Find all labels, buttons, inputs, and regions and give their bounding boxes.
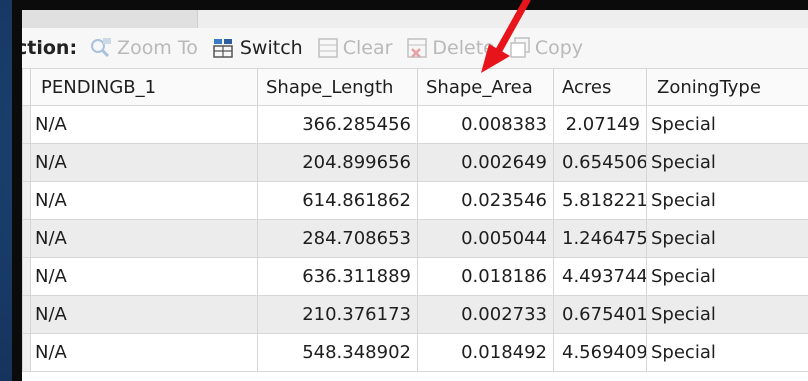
selection-label: ction: bbox=[22, 37, 78, 59]
cell-zoning-type[interactable]: Special bbox=[646, 333, 808, 372]
cell-pendingb-1[interactable]: N/A bbox=[30, 219, 258, 258]
cell-shape-length[interactable]: 284.708653 bbox=[257, 219, 418, 258]
cell-shape-length[interactable]: 636.311889 bbox=[257, 257, 418, 296]
cell-shape-area[interactable]: 0.002649 bbox=[417, 143, 554, 182]
cell-shape-length[interactable]: 204.899656 bbox=[257, 143, 418, 182]
cell-zoning-type[interactable]: Special bbox=[646, 295, 808, 334]
cell-shape-length[interactable]: 614.861862 bbox=[257, 181, 418, 220]
cell-shape-area[interactable]: 0.008383 bbox=[417, 105, 554, 144]
switch-button[interactable]: Switch bbox=[212, 37, 303, 59]
clear-label: Clear bbox=[342, 37, 393, 59]
copy-button[interactable]: Copy bbox=[509, 37, 583, 59]
delete-icon bbox=[407, 38, 428, 58]
cell-acres[interactable]: 0.675401 bbox=[553, 295, 647, 334]
delete-button[interactable]: Delete bbox=[406, 37, 495, 59]
cell-shape-area[interactable]: 0.018492 bbox=[417, 333, 554, 372]
switch-label: Switch bbox=[239, 37, 303, 59]
delete-label: Delete bbox=[432, 37, 495, 59]
column-header-acres[interactable]: Acres bbox=[553, 68, 647, 106]
row-selector[interactable] bbox=[22, 219, 31, 258]
row-selector[interactable] bbox=[22, 143, 31, 182]
attribute-table-panel: ction: Zoom To Switch Clear Delete Copy … bbox=[22, 10, 808, 381]
attribute-table: PENDINGB_1 Shape_Length Shape_Area Acres… bbox=[22, 68, 808, 372]
table-row: N/A 548.348902 0.018492 4.569409 Special bbox=[22, 333, 808, 372]
column-header-shape-length[interactable]: Shape_Length bbox=[257, 68, 418, 106]
table-row: N/A 204.899656 0.002649 0.654506 Special bbox=[22, 143, 808, 182]
selection-toolbar: ction: Zoom To Switch Clear Delete Copy bbox=[22, 28, 808, 69]
table-header-row: PENDINGB_1 Shape_Length Shape_Area Acres… bbox=[22, 68, 808, 106]
zoom-to-label: Zoom To bbox=[117, 37, 198, 59]
cell-zoning-type[interactable]: Special bbox=[646, 105, 808, 144]
cell-acres[interactable]: 4.569409 bbox=[553, 333, 647, 372]
cell-acres[interactable]: 1.246475 bbox=[553, 219, 647, 258]
row-selector[interactable] bbox=[22, 333, 31, 372]
cell-pendingb-1[interactable]: N/A bbox=[30, 257, 258, 296]
cell-acres[interactable]: 5.818221 bbox=[553, 181, 647, 220]
cell-acres[interactable]: 2.07149 bbox=[553, 105, 647, 144]
cell-pendingb-1[interactable]: N/A bbox=[30, 105, 258, 144]
column-header-shape-area[interactable]: Shape_Area bbox=[417, 68, 554, 106]
row-selector[interactable] bbox=[22, 295, 31, 334]
cell-zoning-type[interactable]: Special bbox=[646, 219, 808, 258]
cell-pendingb-1[interactable]: N/A bbox=[30, 181, 258, 220]
table-row: N/A 636.311889 0.018186 4.493744 Special bbox=[22, 257, 808, 296]
cell-shape-area[interactable]: 0.002733 bbox=[417, 295, 554, 334]
cell-acres[interactable]: 4.493744 bbox=[553, 257, 647, 296]
row-selector[interactable] bbox=[22, 105, 31, 144]
cell-shape-area[interactable]: 0.018186 bbox=[417, 257, 554, 296]
cell-pendingb-1[interactable]: N/A bbox=[30, 333, 258, 372]
zoom-to-icon bbox=[91, 38, 112, 58]
table-row: N/A 284.708653 0.005044 1.246475 Special bbox=[22, 219, 808, 258]
cell-shape-length[interactable]: 548.348902 bbox=[257, 333, 418, 372]
table-row: N/A 210.376173 0.002733 0.675401 Special bbox=[22, 295, 808, 334]
cell-shape-length[interactable]: 366.285456 bbox=[257, 105, 418, 144]
cell-pendingb-1-selected[interactable]: N/A bbox=[30, 143, 258, 182]
row-selector[interactable] bbox=[22, 181, 31, 220]
cell-shape-area[interactable]: 0.023546 bbox=[417, 181, 554, 220]
table-row: N/A 366.285456 0.008383 2.07149 Special bbox=[22, 105, 808, 144]
cell-zoning-type[interactable]: Special bbox=[646, 181, 808, 220]
column-header-zoning-type[interactable]: ZoningType bbox=[646, 68, 808, 106]
zoom-to-button[interactable]: Zoom To bbox=[89, 37, 198, 59]
cell-shape-area[interactable]: 0.005044 bbox=[417, 219, 554, 258]
cell-zoning-type[interactable]: Special bbox=[646, 257, 808, 296]
cell-acres[interactable]: 0.654506 bbox=[553, 143, 647, 182]
switch-icon bbox=[213, 39, 233, 58]
copy-label: Copy bbox=[534, 37, 584, 59]
attribute-table-tab[interactable] bbox=[22, 10, 198, 28]
clear-icon bbox=[317, 38, 338, 58]
cell-zoning-type[interactable]: Special bbox=[646, 143, 808, 182]
tab-strip bbox=[22, 10, 808, 29]
clear-button[interactable]: Clear bbox=[317, 37, 393, 59]
row-selector-header[interactable] bbox=[22, 68, 31, 106]
row-selector[interactable] bbox=[22, 257, 31, 296]
cell-shape-length[interactable]: 210.376173 bbox=[257, 295, 418, 334]
cell-pendingb-1[interactable]: N/A bbox=[30, 295, 258, 334]
column-header-pendingb-1[interactable]: PENDINGB_1 bbox=[30, 68, 258, 106]
table-row: N/A 614.861862 0.023546 5.818221 Special bbox=[22, 181, 808, 220]
copy-icon bbox=[510, 37, 530, 58]
